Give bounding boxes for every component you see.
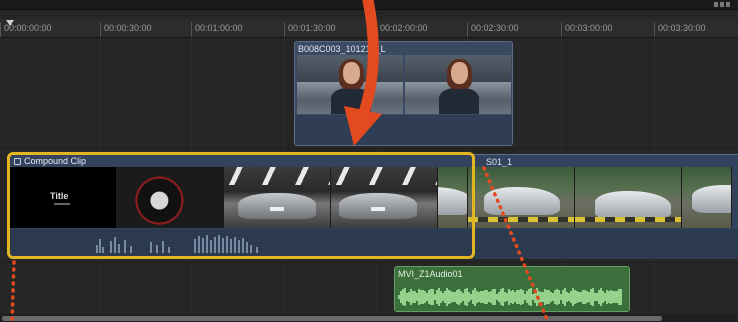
annotation-dotted-lines <box>10 166 550 322</box>
